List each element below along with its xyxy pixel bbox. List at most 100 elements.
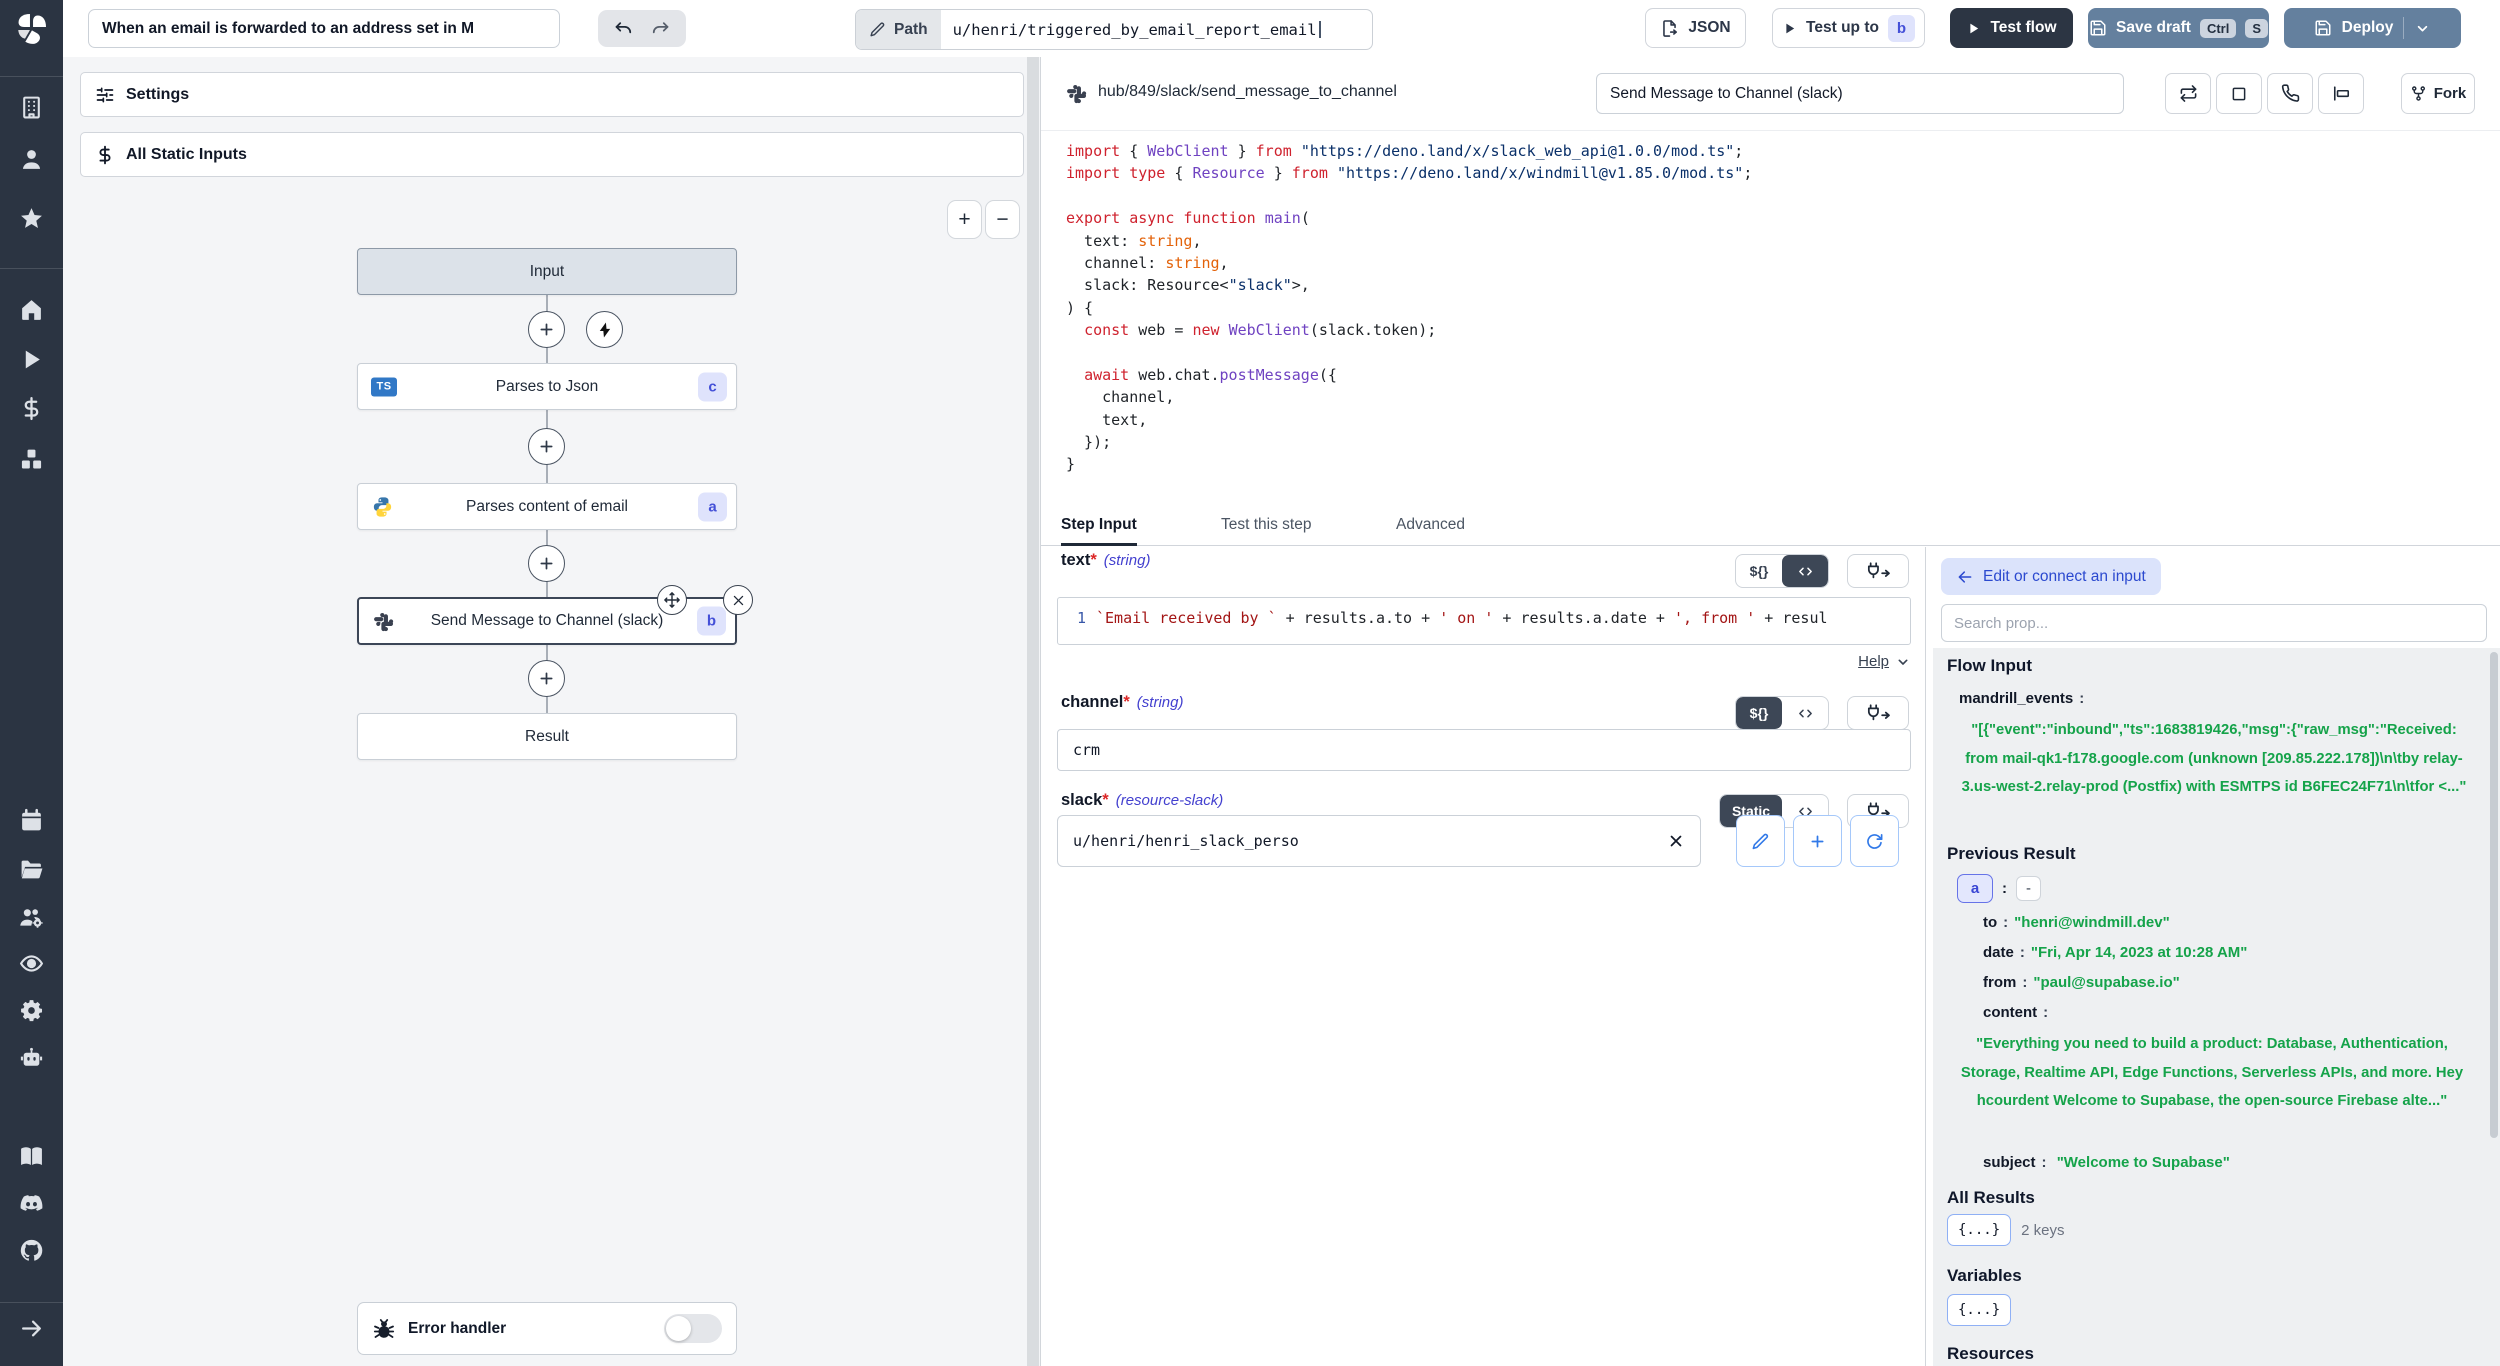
boxes-icon[interactable] <box>19 447 44 472</box>
fork-button[interactable]: Fork <box>2401 73 2475 114</box>
slack-resource-picker[interactable]: u/henri/henri_slack_perso <box>1057 815 1701 867</box>
expand-editor-button[interactable] <box>2216 73 2262 114</box>
tab-advanced[interactable]: Advanced <box>1396 505 1465 545</box>
star-icon[interactable] <box>19 206 44 231</box>
connect-input-button[interactable] <box>1847 554 1909 588</box>
zoom-out-button[interactable]: − <box>985 200 1020 239</box>
trigger-button[interactable] <box>586 311 623 348</box>
template-mode-button[interactable]: ${} <box>1736 697 1782 729</box>
add-step-button[interactable] <box>528 428 565 465</box>
delete-step-button[interactable] <box>723 585 753 615</box>
error-handler-row[interactable]: Error handler <box>357 1302 737 1355</box>
all-results-object-chip[interactable]: {...} <box>1947 1214 2011 1246</box>
code-line[interactable]: import type { Resource } from "https://d… <box>1066 162 2486 184</box>
hub-script-path[interactable]: hub/849/slack/send_message_to_channel <box>1098 83 1397 101</box>
code-line[interactable]: slack: Resource<"slack">, <box>1066 274 2486 296</box>
expression-code[interactable]: `Email received by ` + results.a.to + ' … <box>1096 598 1828 627</box>
step-summary-input[interactable] <box>1596 73 2124 114</box>
book-open-icon[interactable] <box>19 1144 44 1169</box>
flow-input-key-row[interactable]: mandrill_events: <box>1959 690 2090 707</box>
result-key-row[interactable]: date:"Fri, Apr 14, 2023 at 10:28 AM" <box>1983 944 2247 961</box>
dollar-icon[interactable] <box>19 396 44 421</box>
javascript-mode-button[interactable] <box>1782 555 1828 587</box>
discord-icon[interactable] <box>19 1191 44 1216</box>
flow-input-value[interactable]: "[{"event":"inbound","ts":1683819426,"ms… <box>1953 716 2475 802</box>
subject-key-row[interactable]: subject: "Welcome to Supabase" <box>1983 1154 2230 1171</box>
path-edit-button[interactable]: Path <box>856 10 941 49</box>
add-resource-button[interactable] <box>1793 815 1842 867</box>
edit-or-connect-button[interactable]: Edit or connect an input <box>1941 558 2161 595</box>
template-mode-button[interactable]: ${} <box>1736 555 1782 587</box>
flow-settings-button[interactable]: Settings <box>80 72 1024 117</box>
result-key-row[interactable]: from:"paul@supabase.io" <box>1983 974 2180 991</box>
home-icon[interactable] <box>19 297 44 322</box>
test-flow-button[interactable]: Test flow <box>1950 8 2073 48</box>
node-result[interactable]: Result <box>357 713 737 760</box>
arrow-right-icon[interactable] <box>19 1316 44 1341</box>
tab-test-this-step[interactable]: Test this step <box>1221 505 1311 545</box>
panel-splitter[interactable] <box>1027 57 1039 1366</box>
node-input[interactable]: Input <box>357 248 737 295</box>
undo-icon[interactable] <box>614 19 634 39</box>
all-static-inputs-button[interactable]: All Static Inputs <box>80 132 1024 177</box>
play-icon[interactable] <box>19 347 44 372</box>
building-icon[interactable] <box>19 95 44 120</box>
code-line[interactable]: channel, <box>1066 386 2486 408</box>
code-line[interactable]: export async function main( <box>1066 207 2486 229</box>
code-line[interactable]: const web = new WebClient(slack.token); <box>1066 319 2486 341</box>
clear-icon[interactable] <box>1667 832 1685 850</box>
code-line[interactable]: text: string, <box>1066 230 2486 252</box>
help-link[interactable]: Help <box>1811 653 1911 670</box>
diff-button[interactable] <box>2318 73 2364 114</box>
code-line[interactable]: text, <box>1066 409 2486 431</box>
folder-open-icon[interactable] <box>19 857 44 882</box>
search-prop-input[interactable] <box>1941 604 2487 642</box>
move-step-button[interactable] <box>657 585 687 615</box>
add-step-button[interactable] <box>528 660 565 697</box>
gear-icon[interactable] <box>19 998 44 1023</box>
github-icon[interactable] <box>19 1238 44 1263</box>
content-value[interactable]: "Everything you need to build a product:… <box>1951 1030 2473 1116</box>
connect-input-button[interactable] <box>1847 696 1909 730</box>
edit-resource-button[interactable] <box>1736 815 1785 867</box>
variables-object-chip[interactable]: {...} <box>1947 1294 2011 1326</box>
windmill-logo-icon[interactable] <box>13 10 50 47</box>
calendar-icon[interactable] <box>19 808 44 833</box>
tab-step-input[interactable]: Step Input <box>1061 505 1137 545</box>
add-step-button[interactable] <box>528 311 565 348</box>
redo-icon[interactable] <box>650 19 670 39</box>
code-line[interactable]: ) { <box>1066 297 2486 319</box>
flow-title-input[interactable] <box>88 9 560 48</box>
add-step-button[interactable] <box>528 545 565 582</box>
deploy-button[interactable]: Deploy <box>2284 8 2461 48</box>
channel-value-input[interactable] <box>1057 729 1911 771</box>
chevron-down-icon[interactable] <box>2414 20 2431 37</box>
error-handler-toggle[interactable] <box>664 1314 722 1343</box>
webhook-button[interactable] <box>2267 73 2313 114</box>
code-line[interactable]: }); <box>1066 431 2486 453</box>
result-key-row[interactable]: to:"henri@windmill.dev" <box>1983 914 2170 931</box>
eye-icon[interactable] <box>19 951 44 976</box>
result-key-badge[interactable]: a <box>1957 874 1993 903</box>
text-expression-editor[interactable]: 1 `Email received by ` + results.a.to + … <box>1057 597 1911 645</box>
code-line[interactable]: import { WebClient } from "https://deno.… <box>1066 140 2486 162</box>
node-parses-content-of-email[interactable]: Parses content of email a <box>357 483 737 530</box>
javascript-mode-button[interactable] <box>1782 697 1828 729</box>
json-button[interactable]: JSON <box>1645 8 1746 48</box>
code-line[interactable] <box>1066 185 2486 207</box>
test-up-to-button[interactable]: Test up to b <box>1772 8 1925 48</box>
users-gear-icon[interactable] <box>19 905 44 930</box>
code-line[interactable]: await web.chat.postMessage({ <box>1066 364 2486 386</box>
collapse-button[interactable]: - <box>2016 876 2041 901</box>
code-editor[interactable]: import { WebClient } from "https://deno.… <box>1066 140 2486 476</box>
robot-icon[interactable] <box>19 1046 44 1071</box>
path-control[interactable]: Path u/henri/triggered_by_email_report_e… <box>855 9 1373 50</box>
path-value[interactable]: u/henri/triggered_by_email_report_email <box>941 10 1333 49</box>
code-line[interactable]: channel: string, <box>1066 252 2486 274</box>
node-parses-to-json[interactable]: TS Parses to Json c <box>357 363 737 410</box>
reload-script-button[interactable] <box>2165 73 2211 114</box>
zoom-in-button[interactable]: + <box>947 200 982 239</box>
refresh-resource-button[interactable] <box>1850 815 1899 867</box>
save-draft-button[interactable]: Save draft Ctrl S <box>2088 8 2269 48</box>
user-icon[interactable] <box>19 147 44 172</box>
